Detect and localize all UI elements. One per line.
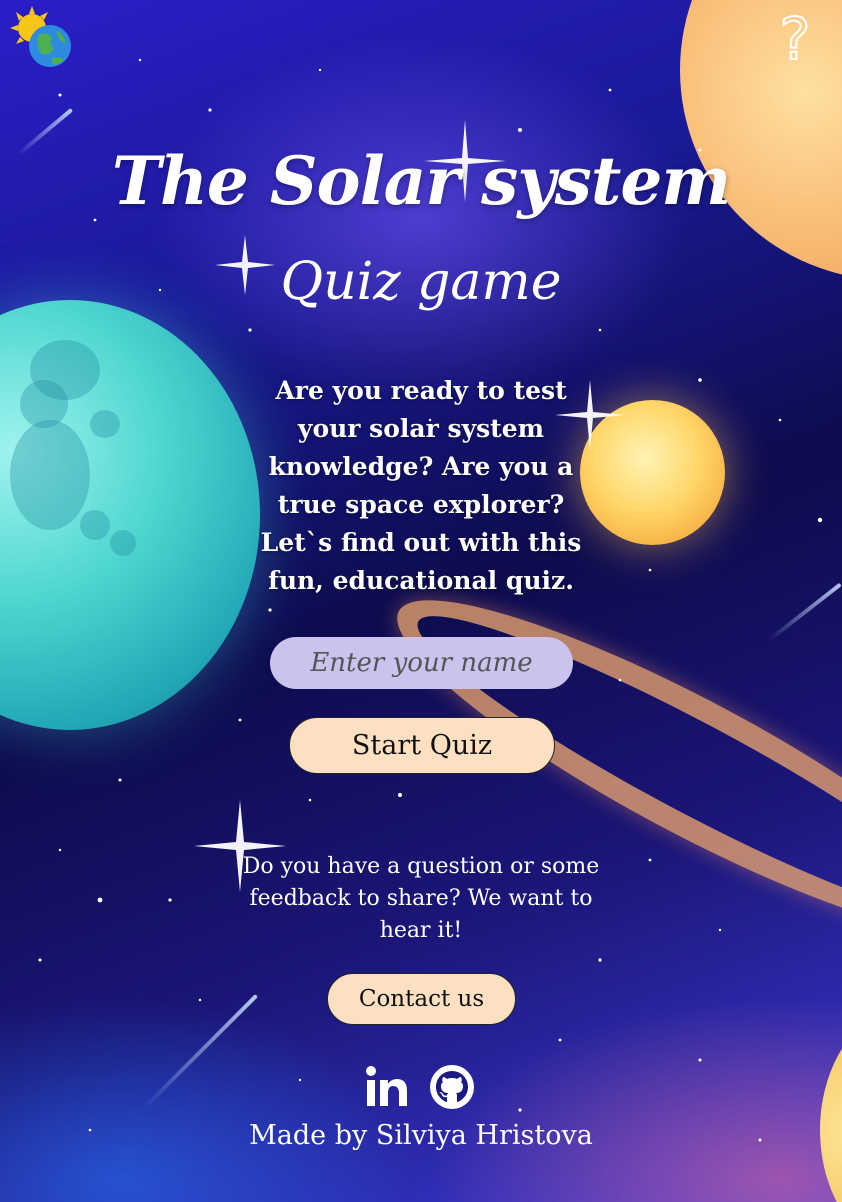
- intro-text: Are you ready to test your solar system …: [260, 376, 582, 595]
- feedback-text: Do you have a question or some feedback …: [242, 854, 600, 943]
- yellow-planet-bottom-right: [820, 1000, 842, 1202]
- page-title: The Solar system: [111, 142, 731, 220]
- page-subtitle: Quiz game: [280, 252, 562, 312]
- sun-planet: [580, 400, 725, 545]
- github-icon[interactable]: [428, 1063, 476, 1111]
- linkedin-icon[interactable]: [364, 1064, 410, 1110]
- comet: [768, 582, 842, 642]
- footer-credit: Made by Silviya Hristova: [249, 1120, 593, 1151]
- name-input[interactable]: [270, 637, 573, 689]
- contact-us-button[interactable]: Contact us: [327, 973, 516, 1025]
- cyan-planet: [0, 300, 260, 730]
- social-links: [364, 1064, 476, 1110]
- comet: [142, 994, 258, 1110]
- sun-earth-icon[interactable]: [4, 4, 74, 70]
- start-quiz-button[interactable]: Start Quiz: [289, 717, 555, 774]
- quiz-landing-page: ? The Solar system Quiz game Are you rea…: [0, 0, 842, 1202]
- question-mark-icon[interactable]: ?: [770, 7, 820, 71]
